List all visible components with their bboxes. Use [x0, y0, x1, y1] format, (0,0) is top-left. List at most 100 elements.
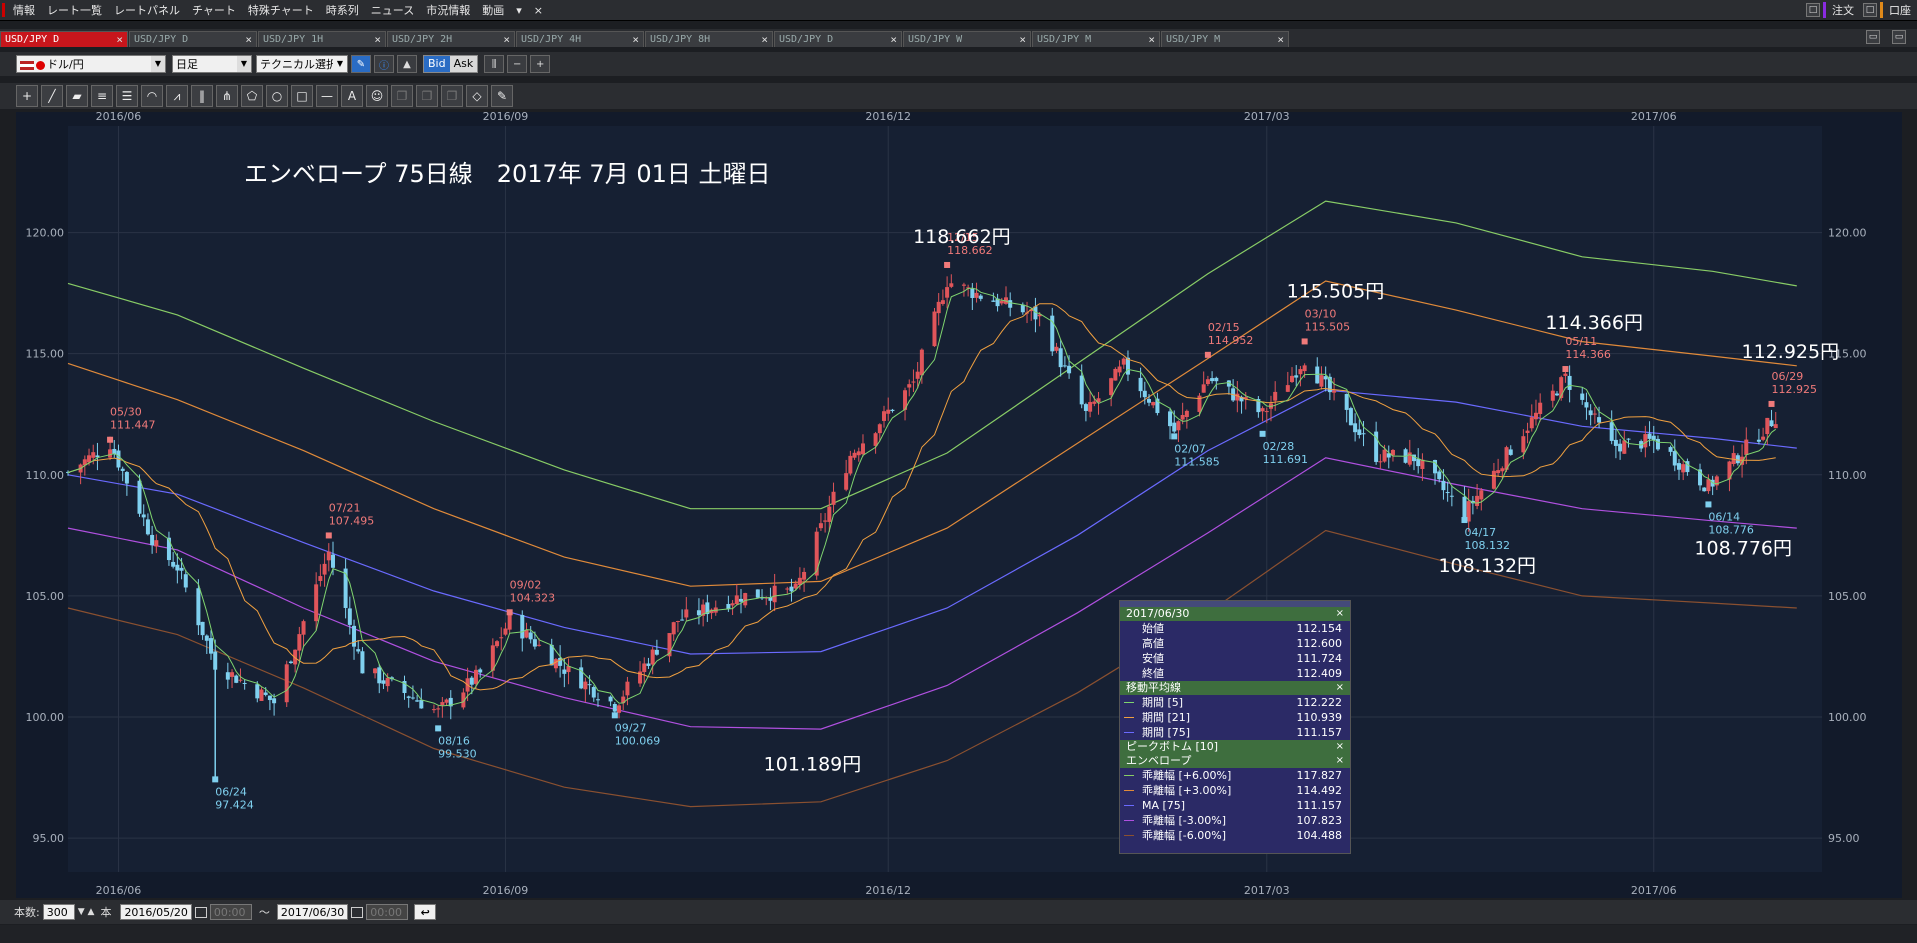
eraser-icon[interactable]: ◇ — [466, 85, 488, 107]
parallel-lines-icon[interactable]: ≡ — [91, 85, 113, 107]
peak-value-label: 108.132 — [1464, 539, 1510, 552]
circle-icon[interactable]: ○ — [266, 85, 288, 107]
menu-rate-panel[interactable]: レートパネル — [108, 2, 186, 18]
close-icon[interactable]: × — [1336, 607, 1344, 621]
trendline-icon[interactable]: ╱ — [41, 85, 63, 107]
ruler-icon[interactable]: ▰ — [66, 85, 88, 107]
count-input[interactable]: 300 — [42, 904, 75, 920]
zoom-out-icon[interactable]: − — [507, 55, 528, 73]
pentagon-icon[interactable]: ⬠ — [241, 85, 263, 107]
fan-icon[interactable]: ⩘ — [166, 85, 188, 107]
calendar-icon[interactable] — [351, 906, 364, 918]
candle-body — [1756, 439, 1761, 442]
restore-icon[interactable]: ▭ — [1866, 30, 1880, 44]
tab-label: USD/JPY 2H — [392, 34, 453, 45]
tab-8[interactable]: USD/JPY M × — [1032, 31, 1160, 47]
from-time-input[interactable]: 00:00 — [209, 904, 252, 920]
candle-icon[interactable]: ⫼ — [484, 55, 505, 73]
tab-close-icon[interactable]: × — [632, 32, 639, 47]
grid-icon[interactable]: □ — [1863, 3, 1877, 17]
return-icon[interactable]: ↩ — [414, 904, 437, 920]
pitchfork-icon[interactable]: ⋔ — [216, 85, 238, 107]
area-chart-icon[interactable]: ▲ — [397, 55, 417, 73]
stamp-icon[interactable]: ☺ — [366, 85, 388, 107]
zoom-in-icon[interactable]: + — [530, 55, 551, 73]
menu-close-icon[interactable]: × — [528, 4, 549, 17]
tab-2[interactable]: USD/JPY 1H × — [258, 31, 386, 47]
tab-4[interactable]: USD/JPY 4H × — [516, 31, 644, 47]
rectangle-icon[interactable]: □ — [291, 85, 313, 107]
menu-info[interactable]: 情報 — [7, 2, 41, 18]
close-icon[interactable]: × — [1336, 754, 1344, 768]
tab-0[interactable]: USD/JPY D × — [0, 31, 128, 47]
tab-5[interactable]: USD/JPY 8H × — [645, 31, 773, 47]
tab-close-icon[interactable]: × — [1277, 32, 1284, 47]
candle-body — [183, 574, 188, 588]
tab-1[interactable]: USD/JPY D × — [129, 31, 257, 47]
candle-body — [1479, 490, 1484, 500]
menu-market-info[interactable]: 市況情報 — [420, 2, 476, 18]
fibonacci-arc-icon[interactable]: ◠ — [141, 85, 163, 107]
to-date-input[interactable]: 2017/06/30 — [276, 904, 349, 920]
count-stepper-icon[interactable]: ▼ ▲ — [78, 907, 95, 917]
chart-area[interactable]: 120.00 120.00 115.00 115.00 110.00 110.00 105.… — [16, 112, 1902, 898]
order-button[interactable]: 注文 — [1823, 2, 1860, 18]
delete-icon[interactable]: ❐ — [441, 85, 463, 107]
window-icon[interactable]: □ — [1806, 3, 1820, 17]
candle-body — [175, 564, 180, 571]
account-button[interactable]: 口座 — [1880, 2, 1917, 18]
bid-ask-toggle[interactable]: Bid Ask — [423, 55, 479, 73]
y-tick-label-left: 95.00 — [33, 832, 65, 845]
candle-body — [474, 669, 479, 684]
crosshair-icon[interactable]: + — [16, 85, 38, 107]
paste-icon[interactable]: ❐ — [416, 85, 438, 107]
from-date-input[interactable]: 2016/05/20 — [120, 904, 192, 920]
text-icon[interactable]: A — [341, 85, 363, 107]
tab-close-icon[interactable]: × — [116, 32, 123, 47]
candle-body — [730, 603, 735, 606]
tab-close-icon[interactable]: × — [890, 32, 897, 47]
tab-6[interactable]: USD/JPY D × — [774, 31, 902, 47]
copy-icon[interactable]: ❐ — [391, 85, 413, 107]
candle-body — [743, 593, 748, 606]
eraser-all-icon[interactable]: ✎ — [491, 85, 513, 107]
candle-body — [827, 506, 832, 522]
ask-button[interactable]: Ask — [449, 56, 478, 72]
menu-news[interactable]: ニュース — [365, 2, 420, 18]
technical-select[interactable]: テクニカル選択 ▼ — [256, 55, 348, 73]
menu-special-chart[interactable]: 特殊チャート — [242, 2, 320, 18]
pair-select[interactable]: ドル/円 ▼ — [16, 55, 166, 73]
to-time-input[interactable]: 00:00 — [366, 904, 409, 920]
timeframe-select[interactable]: 日足 ▼ — [172, 55, 252, 73]
menu-video[interactable]: 動画 — [476, 2, 510, 18]
bid-button[interactable]: Bid — [424, 56, 450, 72]
tab-close-icon[interactable]: × — [1148, 32, 1155, 47]
calendar-icon[interactable] — [194, 906, 207, 918]
close-icon[interactable]: × — [1336, 740, 1344, 754]
vertical-lines-icon[interactable]: ‖ — [191, 85, 213, 107]
hline-icon[interactable]: — — [316, 85, 338, 107]
menu-dropdown-icon[interactable]: ▾ — [510, 4, 528, 17]
maximize-icon[interactable]: ▭ — [1892, 30, 1906, 44]
price-chart[interactable]: 120.00 120.00115.00 115.00110.00 110.00105.… — [16, 112, 1902, 898]
tab-close-icon[interactable]: × — [503, 32, 510, 47]
tab-close-icon[interactable]: × — [1019, 32, 1026, 47]
menu-chart[interactable]: チャート — [186, 2, 242, 18]
candle-body — [1235, 393, 1240, 401]
tab-close-icon[interactable]: × — [245, 32, 252, 47]
tab-3[interactable]: USD/JPY 2H × — [387, 31, 515, 47]
menu-rate-list[interactable]: レート一覧 — [41, 2, 108, 18]
horizontal-lines-icon[interactable]: ☰ — [116, 85, 138, 107]
tab-7[interactable]: USD/JPY W × — [903, 31, 1031, 47]
y-tick-label-left: 120.00 — [26, 227, 65, 240]
candle-body — [1525, 430, 1530, 434]
tab-close-icon[interactable]: × — [374, 32, 381, 47]
pen-icon[interactable]: ✎ — [351, 55, 371, 73]
info-icon[interactable]: ⓘ — [374, 55, 394, 73]
menu-timeseries[interactable]: 時系列 — [320, 2, 365, 18]
tab-9[interactable]: USD/JPY M × — [1161, 31, 1289, 47]
tab-close-icon[interactable]: × — [761, 32, 768, 47]
close-icon[interactable]: × — [1336, 681, 1344, 695]
peak-date-label: 05/30 — [110, 406, 142, 419]
peak-value-label: 114.952 — [1208, 334, 1254, 347]
